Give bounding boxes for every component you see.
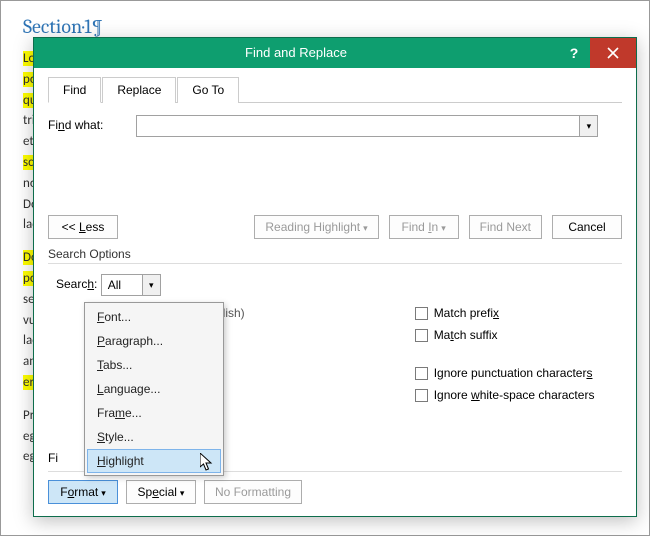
titlebar[interactable]: Find and Replace ? bbox=[34, 38, 636, 68]
reading-highlight-button[interactable]: Reading Highlight bbox=[254, 215, 378, 239]
less-button[interactable]: << Less bbox=[48, 215, 118, 239]
find-what-row: Find what: ▾ bbox=[48, 115, 622, 137]
tab-row: Find Replace Go To bbox=[48, 76, 622, 103]
close-button[interactable] bbox=[590, 38, 636, 68]
close-icon bbox=[607, 47, 619, 59]
cancel-button[interactable]: Cancel bbox=[552, 215, 622, 239]
popup-font[interactable]: Font... bbox=[87, 305, 221, 329]
popup-tabs[interactable]: Tabs... bbox=[87, 353, 221, 377]
ignore-punctuation-checkbox[interactable]: Ignore punctuation characters bbox=[415, 366, 595, 380]
format-popup-menu: Font... Paragraph... Tabs... Language...… bbox=[84, 302, 224, 476]
tab-find[interactable]: Find bbox=[48, 77, 101, 103]
popup-highlight[interactable]: Highlight bbox=[87, 449, 221, 473]
find-replace-dialog: Find and Replace ? Find Replace Go To Fi… bbox=[33, 37, 637, 517]
search-label: Search: bbox=[56, 277, 97, 291]
special-button[interactable]: Special bbox=[126, 480, 196, 504]
dropdown-icon[interactable]: ▾ bbox=[142, 275, 160, 295]
search-direction-select[interactable]: All ▾ bbox=[101, 274, 161, 296]
find-next-button[interactable]: Find Next bbox=[469, 215, 542, 239]
popup-style[interactable]: Style... bbox=[87, 425, 221, 449]
help-button[interactable]: ? bbox=[558, 38, 590, 68]
dialog-title: Find and Replace bbox=[34, 38, 558, 68]
dropdown-icon[interactable]: ▾ bbox=[579, 116, 597, 136]
find-in-button[interactable]: Find In bbox=[389, 215, 459, 239]
find-what-input[interactable]: ▾ bbox=[136, 115, 598, 137]
tab-replace[interactable]: Replace bbox=[102, 77, 176, 103]
match-prefix-checkbox[interactable]: Match prefix bbox=[415, 306, 595, 320]
match-suffix-checkbox[interactable]: Match suffix bbox=[415, 328, 595, 342]
popup-paragraph[interactable]: Paragraph... bbox=[87, 329, 221, 353]
ignore-whitespace-checkbox[interactable]: Ignore white-space characters bbox=[415, 388, 595, 402]
find-what-label: Find what: bbox=[48, 118, 133, 132]
popup-language[interactable]: Language... bbox=[87, 377, 221, 401]
no-formatting-button[interactable]: No Formatting bbox=[204, 480, 302, 504]
format-button[interactable]: Format bbox=[48, 480, 118, 504]
tab-goto[interactable]: Go To bbox=[177, 77, 239, 103]
search-options-title: Search Options bbox=[48, 247, 622, 261]
popup-frame[interactable]: Frame... bbox=[87, 401, 221, 425]
